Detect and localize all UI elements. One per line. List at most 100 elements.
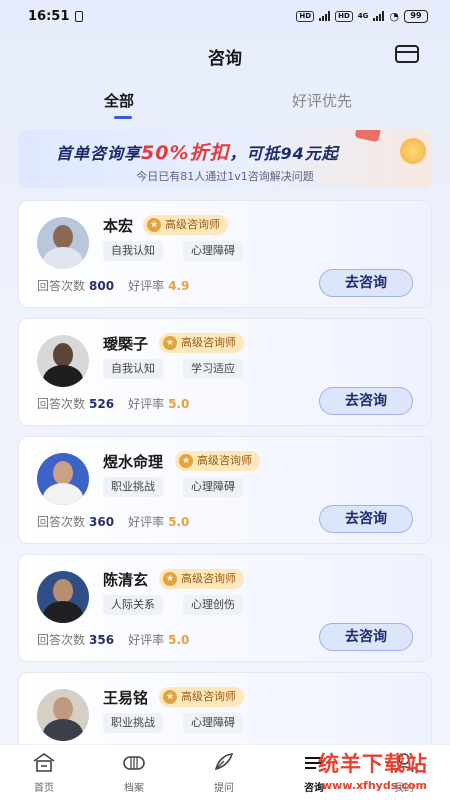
answers-count: 526 (89, 397, 115, 411)
specialty-tag: 心理障碍 (183, 241, 243, 261)
consult-button[interactable]: 去咨询 (319, 387, 413, 415)
specialty-tag: 心理障碍 (183, 713, 243, 733)
message-icon[interactable] (394, 44, 420, 64)
consultant-name: 煜水命理 (103, 453, 164, 471)
avatar (37, 453, 89, 505)
consultant-stats: 回答次数 526 好评率 5.0 (37, 395, 189, 412)
consultant-name: 璦槩子 (103, 335, 149, 353)
consult-button[interactable]: 去咨询 (319, 269, 413, 297)
watermark-url: www.xfhyds.com (322, 779, 427, 792)
rating-label: 好评率 (128, 279, 165, 293)
answers-label: 回答次数 (37, 397, 86, 411)
consultant-stats: 回答次数 360 好评率 5.0 (37, 513, 189, 530)
coin-decoration (400, 138, 426, 164)
page-header: 咨询 (0, 36, 450, 76)
tab-label: 提问 (214, 783, 234, 794)
avatar (37, 335, 89, 387)
consultant-name: 王易铭 (103, 689, 149, 707)
rating-value: 4.9 (168, 279, 190, 293)
tab-label: 档案 (124, 783, 144, 794)
answers-label: 回答次数 (37, 279, 86, 293)
network-label: 4G (357, 12, 369, 20)
status-time: 16:51 (28, 8, 70, 24)
active-tab-indicator (114, 116, 132, 119)
crown-icon: ★ (163, 690, 177, 704)
level-badge: ★ 高级咨询师 (159, 569, 244, 589)
watermark-text: 统羊下载站 (318, 752, 428, 776)
discount-banner[interactable]: 首单咨询享50%折扣，可抵94元起 今日已有81人通过1v1咨询解决问题 (18, 130, 432, 188)
rating-label: 好评率 (128, 515, 165, 529)
specialty-tag: 自我认知 (103, 241, 163, 261)
avatar (37, 689, 89, 741)
specialty-tag: 职业挑战 (103, 477, 163, 497)
consultant-name: 本宏 (103, 217, 134, 235)
banner-headline: 首单咨询享50%折扣，可抵94元起 (56, 138, 339, 165)
tab-good-rating[interactable]: 好评优先 (292, 90, 352, 111)
rating-label: 好评率 (128, 397, 165, 411)
signal-icon-2 (373, 11, 385, 21)
archive-icon (123, 756, 145, 770)
banner-discount: 50%折扣 (141, 142, 230, 164)
consultant-stats: 回答次数 356 好评率 5.0 (37, 631, 189, 648)
tab-question[interactable]: 提问 (194, 751, 254, 794)
page-title: 咨询 (208, 48, 242, 69)
badge-label: 高级咨询师 (165, 218, 220, 231)
banner-subtitle: 今日已有81人通过1v1咨询解决问题 (136, 170, 314, 183)
badge-label: 高级咨询师 (181, 336, 236, 349)
level-badge: ★ 高级咨询师 (159, 333, 244, 353)
gift-decoration (354, 130, 382, 143)
consultant-card[interactable]: 煜水命理 ★ 高级咨询师 职业挑战 心理障碍 回答次数 360 好评率 5.0 去咨询 (18, 436, 432, 544)
consultant-card[interactable]: 璦槩子 ★ 高级咨询师 自我认知 学习适应 回答次数 526 好评率 5.0 去咨询 (18, 318, 432, 426)
banner-headline-suffix: ，可抵94元起 (229, 144, 339, 163)
badge-label: 高级咨询师 (181, 572, 236, 585)
wifi-icon: ◔ (389, 9, 399, 23)
consultant-card[interactable]: 本宏 ★ 高级咨询师 自我认知 心理障碍 回答次数 800 好评率 4.9 去咨询 (18, 200, 432, 308)
site-watermark: 统羊下载站 www.xfhyds.com (300, 748, 450, 800)
question-icon (214, 753, 234, 771)
tab-all[interactable]: 全部 (104, 90, 134, 111)
consultant-name: 陈清玄 (103, 571, 149, 589)
answers-count: 360 (89, 515, 115, 529)
crown-icon: ★ (179, 454, 193, 468)
tab-home[interactable]: 首页 (14, 751, 74, 794)
badge-label: 高级咨询师 (197, 454, 252, 467)
tab-archive[interactable]: 档案 (104, 751, 164, 794)
banner-headline-prefix: 首单咨询享 (56, 144, 142, 163)
level-badge: ★ 高级咨询师 (159, 687, 244, 707)
crown-icon: ★ (163, 336, 177, 350)
specialty-tag: 职业挑战 (103, 713, 163, 733)
rating-value: 5.0 (168, 397, 190, 411)
rating-value: 5.0 (168, 633, 190, 647)
consult-button[interactable]: 去咨询 (319, 623, 413, 651)
level-badge: ★ 高级咨询师 (143, 215, 228, 235)
consultant-card[interactable]: 陈清玄 ★ 高级咨询师 人际关系 心理创伤 回答次数 356 好评率 5.0 去咨询 (18, 554, 432, 662)
filter-tabs: 全部 好评优先 (0, 84, 450, 120)
specialty-tag: 心理障碍 (183, 477, 243, 497)
hd-badge: HD (296, 10, 315, 22)
specialty-tag: 自我认知 (103, 359, 163, 379)
answers-count: 800 (89, 279, 115, 293)
answers-count: 356 (89, 633, 115, 647)
status-bar: 16:51 HD HD 4G ◔ 99 (0, 0, 450, 32)
hd-badge-2: HD (335, 10, 353, 22)
screen-record-icon (75, 10, 84, 22)
badge-label: 高级咨询师 (181, 690, 236, 703)
battery-indicator: 99 (404, 9, 428, 23)
crown-icon: ★ (147, 218, 161, 232)
tab-label: 首页 (34, 783, 54, 794)
specialty-tag: 心理创伤 (183, 595, 243, 615)
rating-value: 5.0 (168, 515, 190, 529)
home-icon (33, 753, 55, 772)
level-badge: ★ 高级咨询师 (175, 451, 260, 471)
consult-button[interactable]: 去咨询 (319, 505, 413, 533)
specialty-tag: 学习适应 (183, 359, 243, 379)
avatar (37, 571, 89, 623)
crown-icon: ★ (163, 572, 177, 586)
answers-label: 回答次数 (37, 633, 86, 647)
signal-icon (319, 11, 331, 21)
consultant-stats: 回答次数 800 好评率 4.9 (37, 277, 189, 294)
specialty-tag: 人际关系 (103, 595, 163, 615)
rating-label: 好评率 (128, 633, 165, 647)
avatar (37, 217, 89, 269)
answers-label: 回答次数 (37, 515, 86, 529)
